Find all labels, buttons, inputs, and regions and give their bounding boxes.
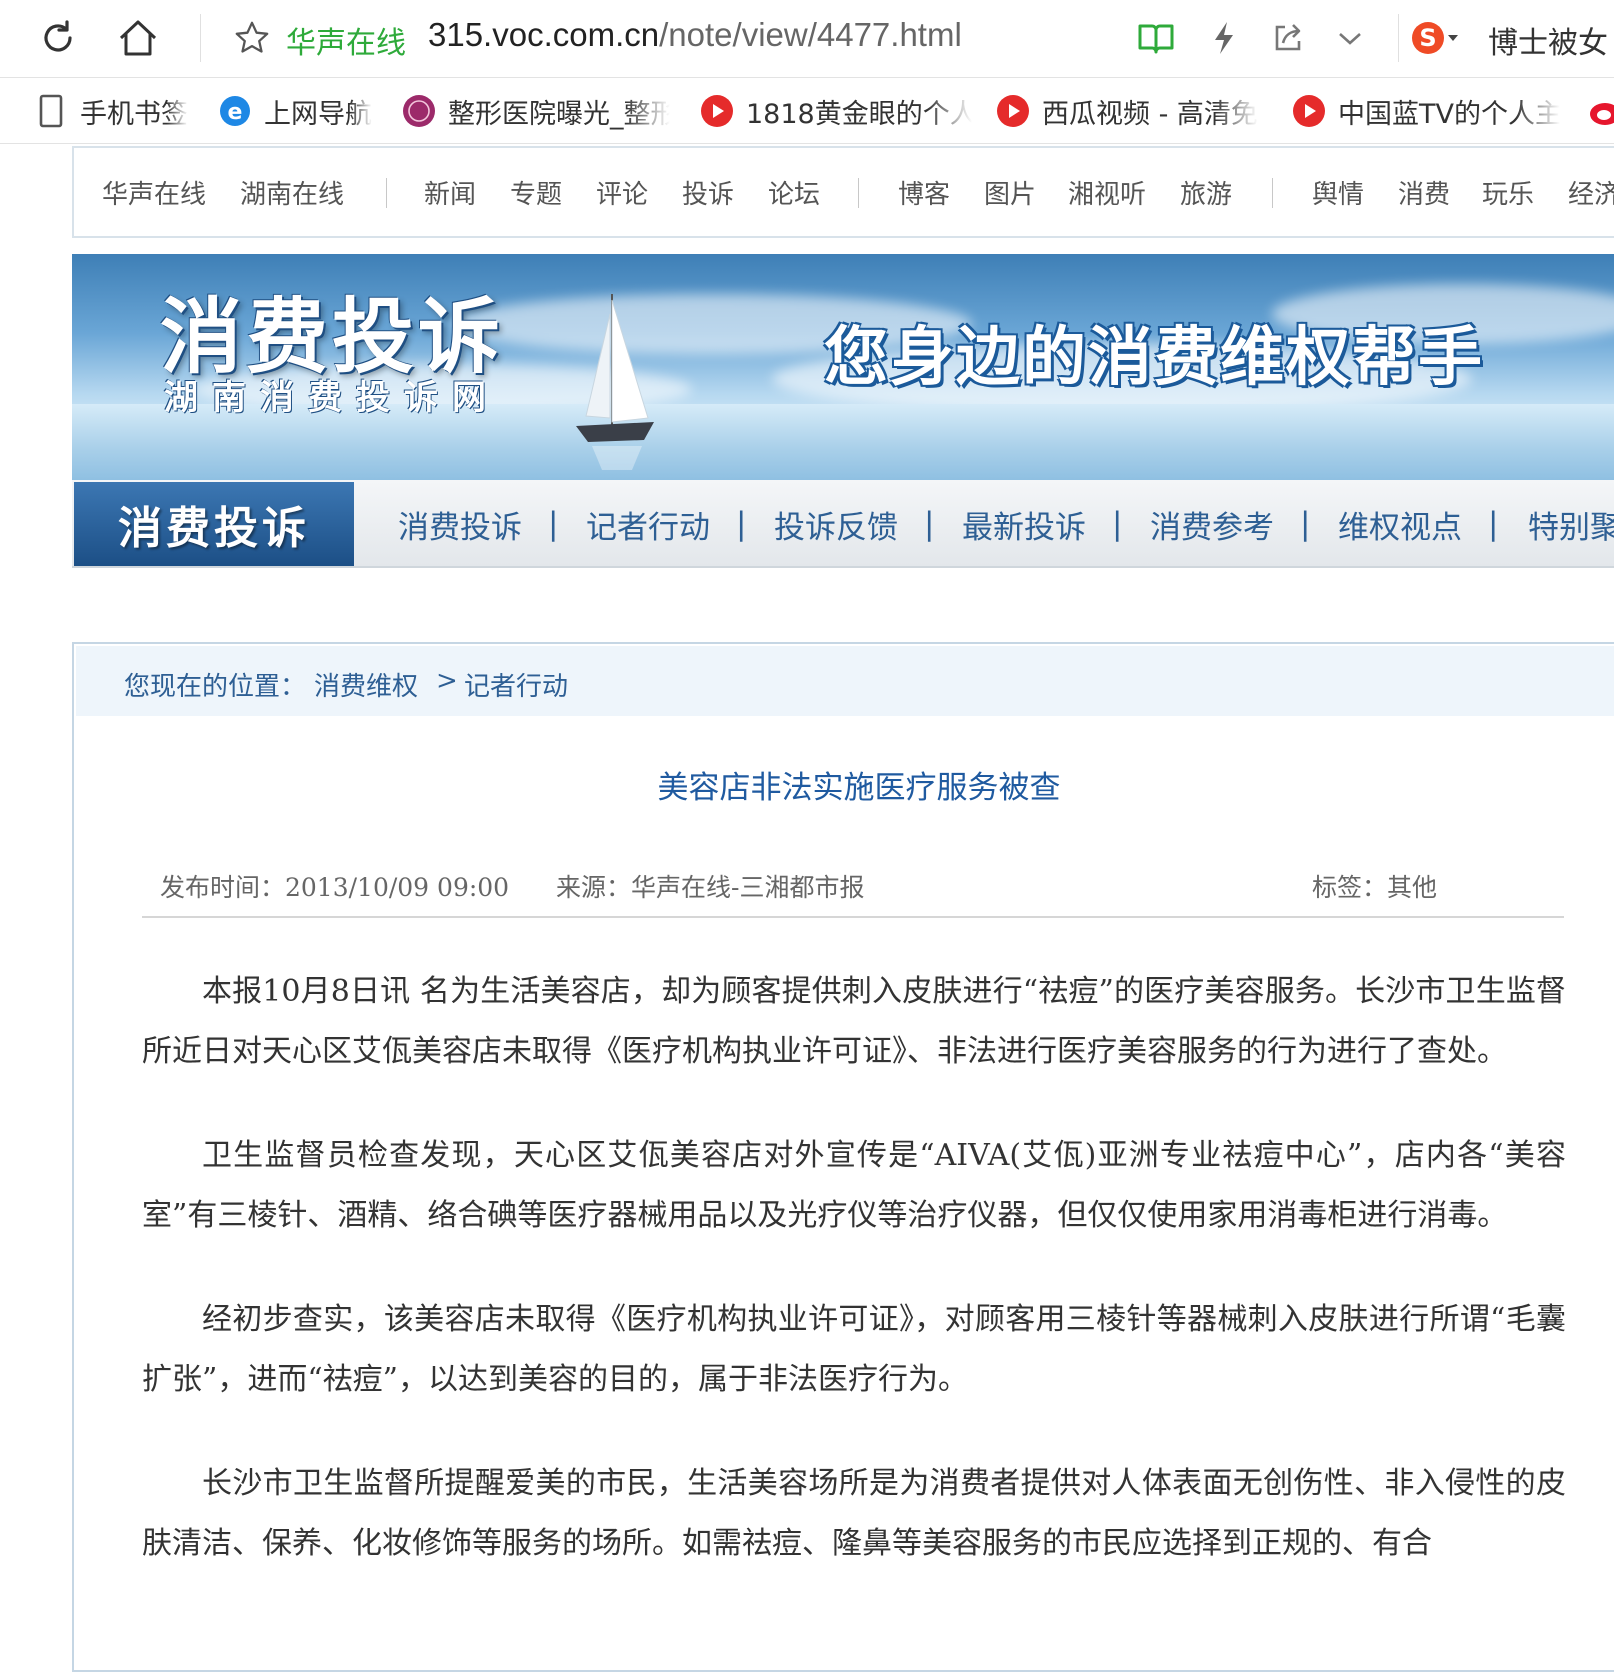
article-body: 本报10月8日讯 名为生活美容店，却为顾客提供刺入皮肤进行“祛痘”的医疗美容服务… [142,962,1566,1618]
section-nav-divider: | [1112,506,1123,542]
topnav-link[interactable]: 旅游 [1180,174,1232,211]
breadcrumb-link-reporter-action[interactable]: 记者行动 [464,666,568,703]
topnav-link[interactable]: 玩乐 [1482,174,1534,211]
topnav-link[interactable]: 评论 [596,174,648,211]
topnav-divider [1272,178,1273,208]
topnav-divider [858,178,859,208]
bookmark-item-lantv[interactable]: 中国蓝TV的个人主 [1292,90,1560,132]
reader-mode-icon[interactable] [1132,14,1180,62]
lightning-icon[interactable] [1200,14,1248,62]
article-paragraph: 卫生监督员检查发现，天心区艾佤美容店对外宣传是“AIVA(艾佤)亚洲专业祛痘中心… [142,1138,1566,1233]
star-bookmark-icon[interactable] [228,14,276,62]
chevron-down-icon[interactable] [1326,14,1374,62]
site-name-label: 华声在线 [286,26,406,61]
url-host: 315.voc.com.cn [428,16,660,53]
article-paragraph: 经初步查实，该美容店未取得《医疗机构执业许可证》，对顾客用三棱针等器械刺入皮肤进… [142,1302,1566,1397]
section-brand[interactable]: 消费投诉 [74,482,354,566]
bookmark-item-1818[interactable]: 1818黄金眼的个人 [700,90,972,132]
section-nav-item[interactable]: 投诉反馈 [774,502,898,547]
topnav-divider [386,178,387,208]
article-paragraph: 本报10月8日讯 名为生活美容店，却为顾客提供刺入皮肤进行“祛痘”的医疗美容服务… [142,974,1566,1069]
weibo-icon [1588,94,1614,128]
section-nav-divider: | [548,506,559,542]
section-nav-divider: | [1300,506,1311,542]
section-nav-item[interactable]: 最新投诉 [962,502,1086,547]
topnav-link[interactable]: 经济 [1568,174,1614,211]
article-paragraph: 长沙市卫生监督所提醒爱美的市民，生活美容场所是为消费者提供对人体表面无创伤性、非… [142,1466,1566,1561]
url-path: /note/view/4477.html [659,16,962,53]
breadcrumb: 您现在的位置： 消费维权 > 记者行动 [76,646,1614,716]
section-nav-item[interactable]: 特别聚 [1528,502,1614,547]
section-nav-item[interactable]: 维权视点 [1338,502,1462,547]
toolbar-divider [1398,14,1399,62]
bookmark-item-weibo[interactable] [1588,90,1614,132]
site-top-nav: 华声在线 湖南在线 新闻 专题 评论 投诉 论坛 博客 图片 湘视听 旅游 舆情… [72,146,1614,238]
article-title: 美容店非法实施医疗服务被查 [657,770,1061,806]
article-tags: 标签：其他 [1312,873,1438,902]
home-icon[interactable] [114,14,162,62]
bookmark-item-xigua[interactable]: 西瓜视频 - 高清免 [996,90,1258,132]
article-meta: 发布时间：2013/10/09 09:00 来源：华声在线-三湘都市报 标签：其… [142,864,1564,918]
publish-time: 发布时间：2013/10/09 09:00 [160,873,510,902]
phone-icon [34,94,68,128]
url-field[interactable]: 315.voc.com.cn/note/view/4477.html [428,16,962,54]
section-nav-item[interactable]: 消费参考 [1150,502,1274,547]
share-icon[interactable] [1264,14,1312,62]
search-engine-logo-icon[interactable]: S [1410,14,1458,62]
ie-icon: e [218,94,252,128]
bookmark-label: 上网导航 [264,98,372,130]
topnav-link[interactable]: 华声在线 [102,174,206,211]
topnav-link[interactable]: 博客 [898,174,950,211]
video-play-icon [1292,94,1326,128]
bookmark-label: 整形医院曝光_整形 [448,98,670,130]
topnav-link[interactable]: 舆情 [1312,174,1364,211]
topnav-link[interactable]: 图片 [984,174,1036,211]
section-nav: 消费投诉 消费投诉 | 记者行动 | 投诉反馈 | 最新投诉 | 消费参考 | … [72,480,1614,568]
svg-text:S: S [1419,24,1436,52]
site-banner: 消费投诉 湖南消费投诉网 您身边的消费维权帮手 [72,254,1614,480]
article-panel: 您现在的位置： 消费维权 > 记者行动 美容店非法实施医疗服务被查 发布时间：2… [72,642,1614,1672]
section-nav-item[interactable]: 记者行动 [586,502,710,547]
bookmark-item-mobile[interactable]: 手机书签 [34,90,188,132]
toolbar-divider [200,14,201,62]
banner-slogan: 您身边的消费维权帮手 [824,321,1484,395]
bookmark-label: 中国蓝TV的个人主 [1338,98,1560,130]
article-source: 来源：华声在线-三湘都市报 [556,873,865,902]
breadcrumb-prefix: 您现在的位置： [124,672,307,702]
bookmark-label: 1818黄金眼的个人 [746,98,972,130]
topnav-link[interactable]: 湘视听 [1068,174,1146,211]
topnav-link[interactable]: 消费 [1398,174,1450,211]
video-play-icon [996,94,1030,128]
topnav-link[interactable]: 论坛 [768,174,820,211]
video-play-icon [700,94,734,128]
breadcrumb-separator: > [436,666,458,696]
svg-text:e: e [228,100,243,125]
topnav-link[interactable]: 新闻 [424,174,476,211]
browser-address-bar: 华声在线 315.voc.com.cn/note/view/4477.html … [0,0,1614,78]
topnav-link[interactable]: 湖南在线 [240,174,344,211]
bookmark-item-nav[interactable]: e 上网导航 [218,90,372,132]
topnav-link[interactable]: 专题 [510,174,562,211]
bookmark-item-clinic[interactable]: 整形医院曝光_整形 [402,90,670,132]
section-nav-divider: | [736,506,747,542]
banner-subtitle: 湖南消费投诉网 [164,378,500,418]
section-nav-item[interactable]: 消费投诉 [398,502,522,547]
bookmark-label: 手机书签 [80,98,188,130]
section-nav-divider: | [1488,506,1499,542]
reload-icon[interactable] [34,14,82,62]
section-nav-divider: | [924,506,935,542]
bookmark-label: 西瓜视频 - 高清免 [1042,98,1258,130]
topnav-link[interactable]: 投诉 [682,174,734,211]
breadcrumb-link-consumer-rights[interactable]: 消费维权 [314,666,418,703]
bookmark-bar: 手机书签 e 上网导航 整形医院曝光_整形 1818黄金眼的个人 西瓜视频 - … [0,78,1614,144]
clinic-logo-icon [402,94,436,128]
sailboat-icon [576,294,654,470]
search-box-hint[interactable]: 博士被女 [1488,18,1608,62]
